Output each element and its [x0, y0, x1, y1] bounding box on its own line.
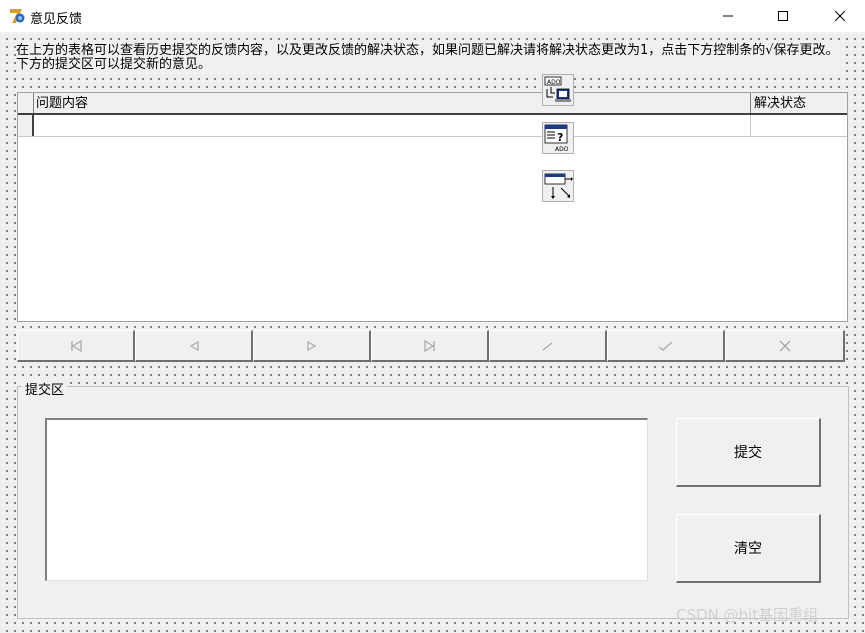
nav-first-button[interactable]	[17, 330, 135, 362]
nav-post-button[interactable]	[607, 330, 725, 362]
column-header-content[interactable]: 问题内容	[35, 93, 751, 113]
svg-text:?: ?	[557, 131, 563, 144]
cancel-record-icon	[779, 340, 790, 351]
last-record-icon	[423, 339, 435, 352]
submit-button[interactable]: 提交	[676, 418, 821, 487]
delphi-app-icon	[10, 9, 25, 23]
instruction-label: 在上方的表格可以查看历史提交的反馈内容，以及更改反馈的解决状态，如果问题已解决请…	[16, 44, 846, 72]
data-source-component[interactable]	[542, 170, 574, 202]
close-button[interactable]	[817, 0, 863, 32]
maximize-icon	[778, 11, 788, 21]
next-record-icon	[306, 340, 316, 351]
nav-last-button[interactable]	[371, 330, 489, 362]
row-indicator[interactable]	[18, 115, 34, 136]
ado-query-icon: ? ADO	[544, 124, 569, 153]
post-record-icon	[658, 341, 672, 351]
watermark: CSDN @bit基因重组	[676, 606, 819, 624]
column-header-status[interactable]: 解决状态	[752, 93, 847, 113]
cell-content[interactable]	[35, 115, 751, 136]
first-record-icon	[70, 339, 82, 352]
close-icon	[834, 10, 846, 22]
db-navigator[interactable]	[17, 330, 845, 362]
maximize-button[interactable]	[760, 0, 806, 32]
svg-text:ADO: ADO	[555, 146, 569, 153]
window-title: 意见反馈	[30, 12, 83, 27]
nav-next-button[interactable]	[253, 330, 371, 362]
feedback-memo-input[interactable]	[45, 418, 648, 581]
grid-header-indicator	[18, 93, 34, 113]
ado-connection-component[interactable]: ADO	[542, 74, 574, 106]
feedback-grid[interactable]: 问题内容 解决状态	[17, 92, 848, 322]
cell-status[interactable]	[752, 115, 847, 136]
submit-area-label: 提交区	[22, 379, 68, 398]
ado-query-component[interactable]: ? ADO	[542, 122, 574, 154]
nav-edit-button[interactable]	[489, 330, 607, 362]
minimize-button[interactable]	[705, 0, 751, 32]
prior-record-icon	[189, 340, 199, 351]
nav-prior-button[interactable]	[135, 330, 253, 362]
edit-record-icon	[542, 341, 552, 351]
minimize-icon	[723, 15, 733, 17]
title-bar[interactable]: 意见反馈	[0, 0, 865, 32]
svg-text:ADO: ADO	[547, 79, 561, 86]
clear-button[interactable]: 清空	[676, 514, 821, 583]
table-row[interactable]	[18, 115, 847, 137]
nav-cancel-button[interactable]	[725, 330, 845, 362]
data-source-icon	[544, 173, 573, 199]
grid-header: 问题内容 解决状态	[18, 93, 847, 115]
ado-connection-icon: ADO	[544, 76, 571, 102]
